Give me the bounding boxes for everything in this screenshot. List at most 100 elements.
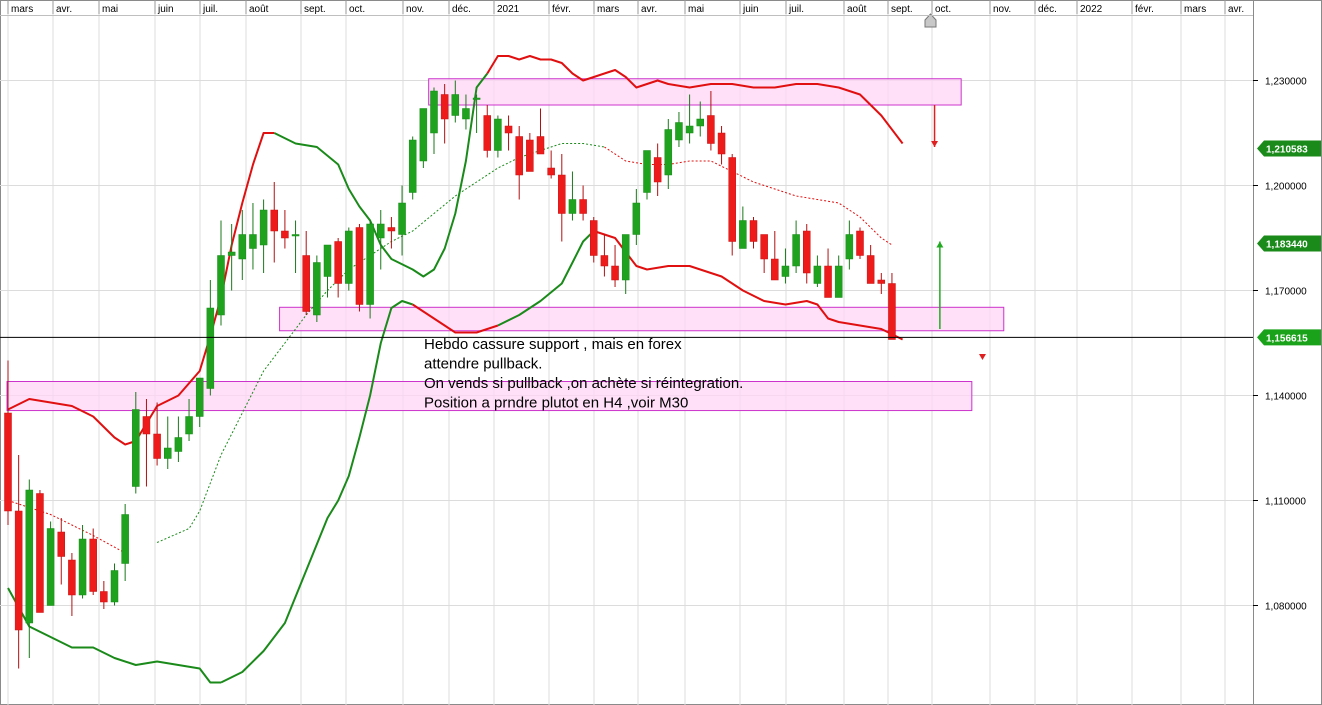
candle-body[interactable]	[739, 220, 747, 249]
candle-body[interactable]	[291, 234, 300, 237]
candle-body[interactable]	[334, 241, 342, 284]
candle-body[interactable]	[313, 262, 321, 316]
candle-body[interactable]	[824, 265, 832, 298]
candle-body[interactable]	[547, 167, 555, 176]
candle-body[interactable]	[142, 416, 151, 435]
x-tick-label: juin	[157, 4, 174, 15]
candle-body[interactable]	[653, 157, 662, 183]
candle-body[interactable]	[536, 136, 545, 155]
candle-body[interactable]	[568, 199, 577, 214]
candle-body[interactable]	[430, 90, 438, 134]
candle-body[interactable]	[526, 139, 534, 172]
candle-body[interactable]	[590, 220, 598, 256]
price-badge: 1,183440	[1257, 235, 1321, 252]
candle-body[interactable]	[164, 447, 172, 459]
price-chart[interactable]: mars avr. mai juin juil. août sept. oct. nov. déc…	[0, 0, 1322, 705]
x-tick-label: avr.	[56, 4, 72, 15]
candle-body[interactable]	[68, 559, 76, 596]
candle-body[interactable]	[483, 115, 491, 151]
candle-body[interactable]	[195, 377, 204, 417]
x-tick-label: oct.	[935, 4, 951, 15]
candle-body[interactable]	[398, 202, 406, 235]
candle-body[interactable]	[57, 531, 65, 557]
candle-body[interactable]	[440, 94, 449, 120]
candle-body[interactable]	[249, 234, 257, 249]
candle-body[interactable]	[36, 493, 44, 613]
candle-body[interactable]	[4, 412, 12, 512]
candle-body[interactable]	[877, 279, 886, 284]
candle-body[interactable]	[803, 230, 811, 274]
candle-body[interactable]	[781, 265, 790, 277]
candle-body[interactable]	[792, 234, 800, 267]
candle-body[interactable]	[600, 255, 609, 267]
candle-body[interactable]	[259, 209, 268, 246]
candle-body[interactable]	[462, 108, 470, 120]
x-tick-label: déc.	[452, 4, 471, 15]
candle-body[interactable]	[494, 118, 502, 151]
candle-body[interactable]	[89, 538, 97, 592]
candle-body[interactable]	[675, 122, 683, 141]
candle-body[interactable]	[749, 220, 758, 242]
y-tick-label: 1,110000	[1265, 497, 1306, 508]
candle-body[interactable]	[281, 230, 289, 239]
candle-body[interactable]	[643, 150, 651, 193]
candle-body[interactable]	[185, 416, 193, 435]
candle-body[interactable]	[760, 234, 768, 260]
candle-body[interactable]	[813, 265, 822, 284]
candle-body[interactable]	[366, 223, 374, 305]
candle-body[interactable]	[345, 230, 353, 284]
candle-body[interactable]	[707, 115, 715, 144]
candle-body[interactable]	[717, 132, 726, 155]
candle-body[interactable]	[78, 538, 87, 596]
candle-body[interactable]	[14, 510, 23, 631]
candle-body[interactable]	[472, 97, 481, 100]
candle-body[interactable]	[355, 227, 364, 305]
candle-body[interactable]	[377, 223, 385, 239]
candle-body[interactable]	[227, 251, 236, 256]
candle-body[interactable]	[110, 570, 119, 603]
candle-body[interactable]	[451, 94, 460, 116]
candle-body[interactable]	[46, 528, 55, 606]
x-tick-label: avr.	[1228, 4, 1244, 15]
candle-body[interactable]	[664, 129, 673, 176]
candle-body[interactable]	[611, 265, 619, 281]
candle-body[interactable]	[270, 209, 278, 232]
candle-body[interactable]	[579, 199, 587, 214]
candle-body[interactable]	[504, 125, 513, 134]
candle-body[interactable]	[121, 514, 129, 564]
candle-body[interactable]	[685, 125, 694, 134]
candle-body[interactable]	[632, 202, 641, 235]
candle-body[interactable]	[387, 227, 396, 232]
candle-body[interactable]	[866, 255, 875, 284]
annotation-line: Position a prndre plutot en H4 ,voir M30	[424, 395, 688, 412]
annotation-line: attendre pullback.	[424, 356, 542, 373]
candle-body[interactable]	[419, 108, 428, 162]
candle-body[interactable]	[515, 136, 523, 176]
candle-body[interactable]	[408, 139, 417, 193]
x-tick-label: août	[249, 4, 269, 15]
y-tick-label: 1,230000	[1265, 77, 1307, 88]
candle-body[interactable]	[323, 244, 332, 277]
x-tick-label: nov.	[993, 4, 1011, 15]
candle-body[interactable]	[856, 230, 864, 256]
candle-body[interactable]	[174, 437, 183, 452]
x-tick-label: mai	[102, 4, 118, 15]
candle-body[interactable]	[302, 255, 310, 312]
candle-body[interactable]	[621, 234, 630, 281]
candle-body[interactable]	[206, 307, 215, 389]
candle-body[interactable]	[217, 255, 225, 316]
candle-body[interactable]	[728, 157, 736, 242]
candle-body[interactable]	[153, 433, 161, 459]
candle-body[interactable]	[100, 591, 108, 603]
candle-body[interactable]	[132, 409, 140, 487]
price-badge-label: 1,210583	[1266, 144, 1308, 155]
candle-body[interactable]	[558, 174, 566, 214]
candle-body[interactable]	[771, 258, 779, 281]
candle-body[interactable]	[238, 234, 247, 260]
chart-container[interactable]: mars avr. mai juin juil. août sept. oct. nov. déc…	[0, 0, 1322, 705]
candle-body[interactable]	[696, 118, 704, 127]
candle-body[interactable]	[25, 489, 34, 624]
candle-body[interactable]	[845, 234, 854, 260]
candle-body[interactable]	[888, 283, 896, 340]
candle-body[interactable]	[834, 265, 843, 298]
